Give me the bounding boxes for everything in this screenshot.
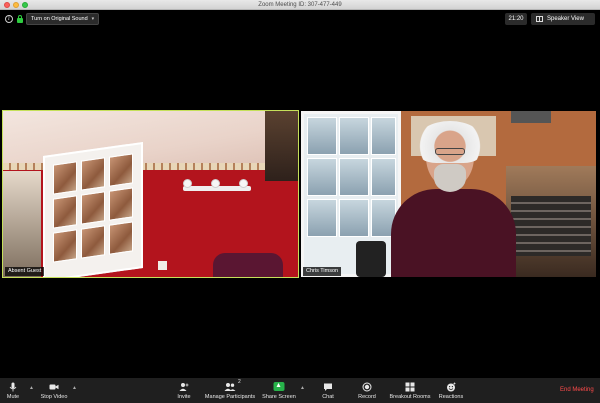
video-tile-absent-guest[interactable]: Absent Guest bbox=[2, 110, 299, 278]
meeting-info-icon[interactable]: i bbox=[5, 15, 13, 23]
share-screen-button[interactable]: Share Screen bbox=[262, 378, 296, 403]
reactions-button[interactable]: Reactions bbox=[436, 378, 466, 403]
audio-options-caret-icon[interactable]: ▲ bbox=[29, 385, 34, 391]
video-tile-chris-timson[interactable]: Chris Timson bbox=[301, 111, 596, 277]
end-meeting-button[interactable]: End Meeting bbox=[560, 387, 594, 393]
video-window bbox=[301, 111, 401, 277]
add-person-icon bbox=[179, 383, 189, 391]
video-door bbox=[43, 141, 143, 277]
record-label: Record bbox=[358, 394, 376, 400]
participant-name-tag: Chris Timson bbox=[303, 267, 342, 276]
breakout-rooms-button[interactable]: Breakout Rooms bbox=[388, 378, 432, 403]
microphone-icon bbox=[9, 382, 17, 392]
smiley-icon bbox=[447, 382, 456, 392]
manage-participants-label: Manage Participants bbox=[204, 394, 256, 400]
share-options-caret-icon[interactable]: ▲ bbox=[300, 385, 305, 391]
participant-count-badge: 2 bbox=[238, 379, 241, 385]
manage-participants-button[interactable]: 2 Manage Participants bbox=[204, 378, 256, 403]
encryption-lock-icon[interactable] bbox=[17, 15, 23, 23]
participant-name-tag: Absent Guest bbox=[5, 267, 45, 276]
share-screen-icon bbox=[273, 382, 285, 391]
share-screen-label: Share Screen bbox=[262, 394, 296, 400]
invite-label: Invite bbox=[177, 394, 191, 400]
participants-icon bbox=[224, 383, 236, 391]
stop-video-label: Stop Video bbox=[40, 394, 68, 400]
chevron-down-icon: ▾ bbox=[91, 16, 95, 22]
view-layout-icon bbox=[536, 16, 543, 22]
original-sound-button[interactable]: Turn on Original Sound ▾ bbox=[26, 13, 100, 25]
chat-button[interactable]: Chat bbox=[316, 378, 340, 403]
chat-label: Chat bbox=[322, 394, 334, 400]
mute-label: Mute bbox=[6, 394, 20, 400]
invite-button[interactable]: Invite bbox=[172, 378, 196, 403]
record-icon bbox=[362, 382, 372, 392]
breakout-rooms-icon bbox=[405, 382, 415, 392]
reactions-label: Reactions bbox=[438, 394, 464, 400]
record-button[interactable]: Record bbox=[354, 378, 380, 403]
window-title: Zoom Meeting ID: 307-477-449 bbox=[258, 2, 342, 8]
video-options-caret-icon[interactable]: ▲ bbox=[72, 385, 77, 391]
meeting-controls-bar: Mute ▲ Stop Video ▲ Invite 2 Manage Part… bbox=[0, 378, 600, 403]
mute-button[interactable]: Mute bbox=[0, 378, 26, 403]
meeting-timer: 21:20 bbox=[505, 13, 527, 25]
stop-video-button[interactable]: Stop Video bbox=[38, 378, 70, 403]
original-sound-label: Turn on Original Sound bbox=[31, 16, 88, 22]
breakout-rooms-label: Breakout Rooms bbox=[389, 394, 431, 400]
speaker-view-label: Speaker View bbox=[547, 16, 584, 22]
title-bar: Zoom Meeting ID: 307-477-449 bbox=[0, 0, 600, 10]
speaker-view-button[interactable]: Speaker View bbox=[531, 13, 595, 25]
chat-bubble-icon bbox=[324, 383, 332, 391]
video-camera-icon bbox=[49, 384, 59, 390]
